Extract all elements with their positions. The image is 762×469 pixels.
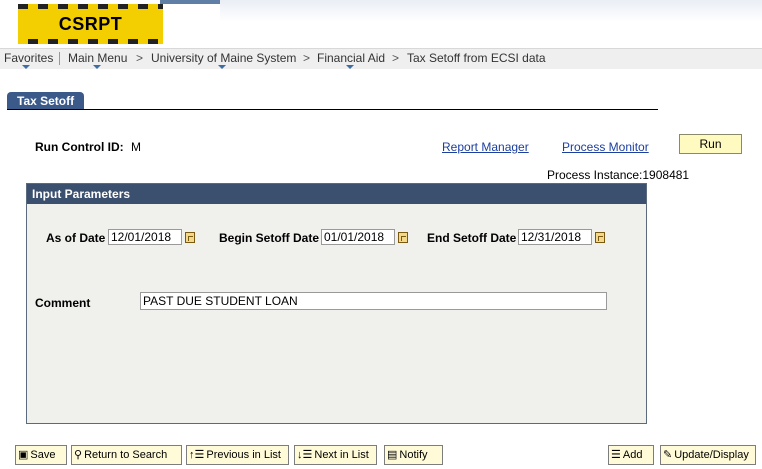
- process-instance: Process Instance:1908481: [547, 168, 690, 182]
- return-to-search-label: Return to Search: [84, 449, 168, 461]
- add-icon: ☰: [611, 448, 621, 461]
- input-parameters-header: Input Parameters: [27, 184, 646, 204]
- save-icon: ▣: [18, 448, 29, 461]
- as-of-date-label: As of Date: [46, 231, 106, 245]
- breadcrumb-university[interactable]: University of Maine System: [151, 51, 296, 65]
- nav-divider: [59, 52, 60, 65]
- save-button[interactable]: ▣ Save: [15, 445, 67, 465]
- calendar-icon[interactable]: [398, 232, 408, 243]
- add-button[interactable]: ☰ Add: [608, 445, 654, 465]
- previous-list-icon: ↑☰: [189, 448, 205, 461]
- add-label: Add: [622, 449, 643, 461]
- report-manager-link[interactable]: Report Manager: [442, 140, 529, 154]
- previous-in-list-label: Previous in List: [206, 449, 281, 461]
- breadcrumb-separator: >: [303, 51, 311, 65]
- breadcrumb: Favorites Main Menu > University of Main…: [0, 48, 762, 69]
- tab-divider: [7, 109, 658, 110]
- comment-field[interactable]: PAST DUE STUDENT LOAN: [140, 292, 607, 310]
- comment-label: Comment: [35, 296, 91, 310]
- update-display-icon: ✎: [663, 448, 673, 461]
- top-banner: CSRPT: [0, 0, 762, 48]
- run-control-value: M: [131, 140, 141, 154]
- university-dropdown-icon: [218, 65, 226, 69]
- save-label: Save: [30, 449, 56, 461]
- tab-tax-setoff[interactable]: Tax Setoff: [7, 92, 85, 110]
- as-of-date-field[interactable]: 12/01/2018: [108, 229, 182, 245]
- financial-aid-dropdown-icon: [346, 65, 354, 69]
- process-monitor-link[interactable]: Process Monitor: [562, 140, 649, 154]
- run-control-label: Run Control ID:: [35, 140, 124, 154]
- notify-label: Notify: [399, 449, 428, 461]
- next-in-list-button[interactable]: ↓☰ Next in List: [294, 445, 377, 465]
- main-menu[interactable]: Main Menu: [68, 51, 127, 65]
- favorites-menu[interactable]: Favorites: [4, 51, 53, 65]
- logo: CSRPT: [18, 4, 163, 44]
- banner-gradient: [220, 0, 762, 22]
- run-button[interactable]: Run: [679, 134, 742, 154]
- breadcrumb-tax-setoff: Tax Setoff from ECSI data: [407, 51, 546, 65]
- begin-setoff-date-field[interactable]: 01/01/2018: [321, 229, 395, 245]
- calendar-icon[interactable]: [595, 232, 605, 243]
- update-display-button[interactable]: ✎ Update/Display: [660, 445, 756, 465]
- return-to-search-button[interactable]: ⚲ Return to Search: [71, 445, 182, 465]
- search-icon: ⚲: [74, 448, 83, 461]
- previous-in-list-button[interactable]: ↑☰ Previous in List: [186, 445, 289, 465]
- breadcrumb-financial-aid[interactable]: Financial Aid: [317, 51, 385, 65]
- favorites-dropdown-icon: [22, 65, 30, 69]
- breadcrumb-separator: >: [136, 51, 144, 65]
- next-list-icon: ↓☰: [297, 448, 313, 461]
- notify-icon: ▤: [387, 448, 398, 461]
- notify-button[interactable]: ▤ Notify: [384, 445, 443, 465]
- update-display-label: Update/Display: [674, 449, 749, 461]
- logo-text: CSRPT: [58, 14, 123, 34]
- calendar-icon[interactable]: [185, 232, 195, 243]
- begin-setoff-date-label: Begin Setoff Date: [219, 231, 320, 245]
- breadcrumb-separator: >: [392, 51, 400, 65]
- end-setoff-date-label: End Setoff Date: [427, 231, 517, 245]
- end-setoff-date-field[interactable]: 12/31/2018: [518, 229, 592, 245]
- next-in-list-label: Next in List: [314, 449, 369, 461]
- main-menu-dropdown-icon: [93, 65, 101, 69]
